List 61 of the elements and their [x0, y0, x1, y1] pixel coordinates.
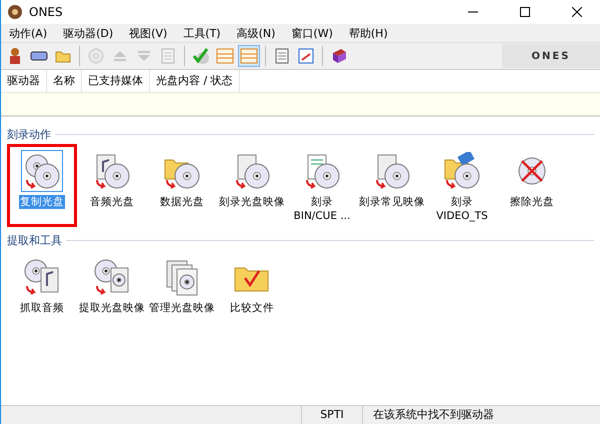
action-item[interactable]: 抓取音频	[7, 250, 77, 319]
menu-item[interactable]: 窗口(W)	[287, 26, 345, 40]
action-item[interactable]: 刻录 BIN/CUE ...	[287, 144, 357, 227]
document-icon	[161, 48, 175, 64]
menu-item[interactable]: 视图(V)	[125, 26, 180, 40]
action-label: 刻录光盘映像	[218, 195, 286, 209]
edit-icon	[298, 48, 314, 64]
column-header[interactable]: 驱动器	[1, 70, 47, 92]
menu-item[interactable]: 驱动器(D)	[59, 26, 126, 40]
action-label: 提取光盘映像	[78, 301, 146, 315]
status-text: SPTI	[301, 406, 362, 424]
document-disc-icon	[233, 152, 271, 190]
eject-icon	[113, 50, 127, 62]
discs-icon	[23, 152, 61, 190]
column-header[interactable]: 光盘内容 / 状态	[150, 70, 240, 92]
close-icon	[572, 7, 582, 17]
disc-icon	[88, 48, 104, 64]
column-header[interactable]: 名称	[47, 70, 82, 92]
action-label: 管理光盘映像	[148, 301, 216, 315]
action-label: 抓取音频	[19, 301, 65, 315]
action-label: 擦除光盘	[509, 195, 555, 209]
action-item[interactable]: 刻录 VIDEO_TS	[427, 144, 497, 227]
status-text: 在该系统中找不到驱动器	[362, 406, 494, 424]
action-label: 刻录常见映像	[358, 195, 426, 209]
panel-icon	[240, 48, 258, 64]
action-label: 数据光盘	[159, 195, 205, 209]
window-title: ONES	[29, 5, 64, 19]
cue-file-disc-icon	[303, 152, 341, 190]
action-item[interactable]: 刻录常见映像	[357, 144, 427, 227]
action-item[interactable]: 刻录光盘映像	[217, 144, 287, 227]
brand-logo: ONES	[502, 44, 600, 68]
document-disc-icon	[373, 152, 411, 190]
action-item[interactable]: 比较文件	[217, 250, 287, 319]
disc-music-file-icon	[23, 258, 61, 296]
maximize-icon	[520, 7, 530, 17]
music-disc-icon	[93, 152, 131, 190]
menu-item[interactable]: 工具(T)	[179, 26, 233, 40]
film-folder-disc-icon	[443, 152, 481, 190]
check-icon	[192, 47, 210, 65]
action-item[interactable]: 数据光盘	[147, 144, 217, 227]
action-label: 复制光盘	[19, 195, 65, 209]
menu-item[interactable]: 高级(N)	[232, 26, 288, 40]
section-title: 刻录动作	[7, 127, 51, 142]
action-label: 刻录 VIDEO_TS	[435, 195, 489, 223]
action-label: 音频光盘	[89, 195, 135, 209]
action-item[interactable]: 擦除光盘	[497, 144, 567, 227]
action-item[interactable]: 音频光盘	[77, 144, 147, 227]
menu-item[interactable]: 帮助(H)	[344, 26, 400, 40]
action-item[interactable]: 提取光盘映像	[77, 250, 147, 319]
section-title: 提取和工具	[7, 233, 62, 248]
panel-icon	[216, 48, 234, 64]
disc-to-file-icon	[93, 258, 131, 296]
action-item[interactable]: 管理光盘映像	[147, 250, 217, 319]
document-icon	[275, 48, 289, 64]
action-label: 刻录 BIN/CUE ...	[292, 195, 352, 223]
action-label: 比较文件	[229, 301, 275, 315]
menu-item[interactable]: 动作(A)	[5, 26, 60, 40]
folder-icon	[55, 49, 71, 63]
app-logo-icon	[7, 4, 23, 20]
column-header[interactable]: 已支持媒体	[82, 70, 150, 92]
load-icon	[137, 50, 151, 62]
